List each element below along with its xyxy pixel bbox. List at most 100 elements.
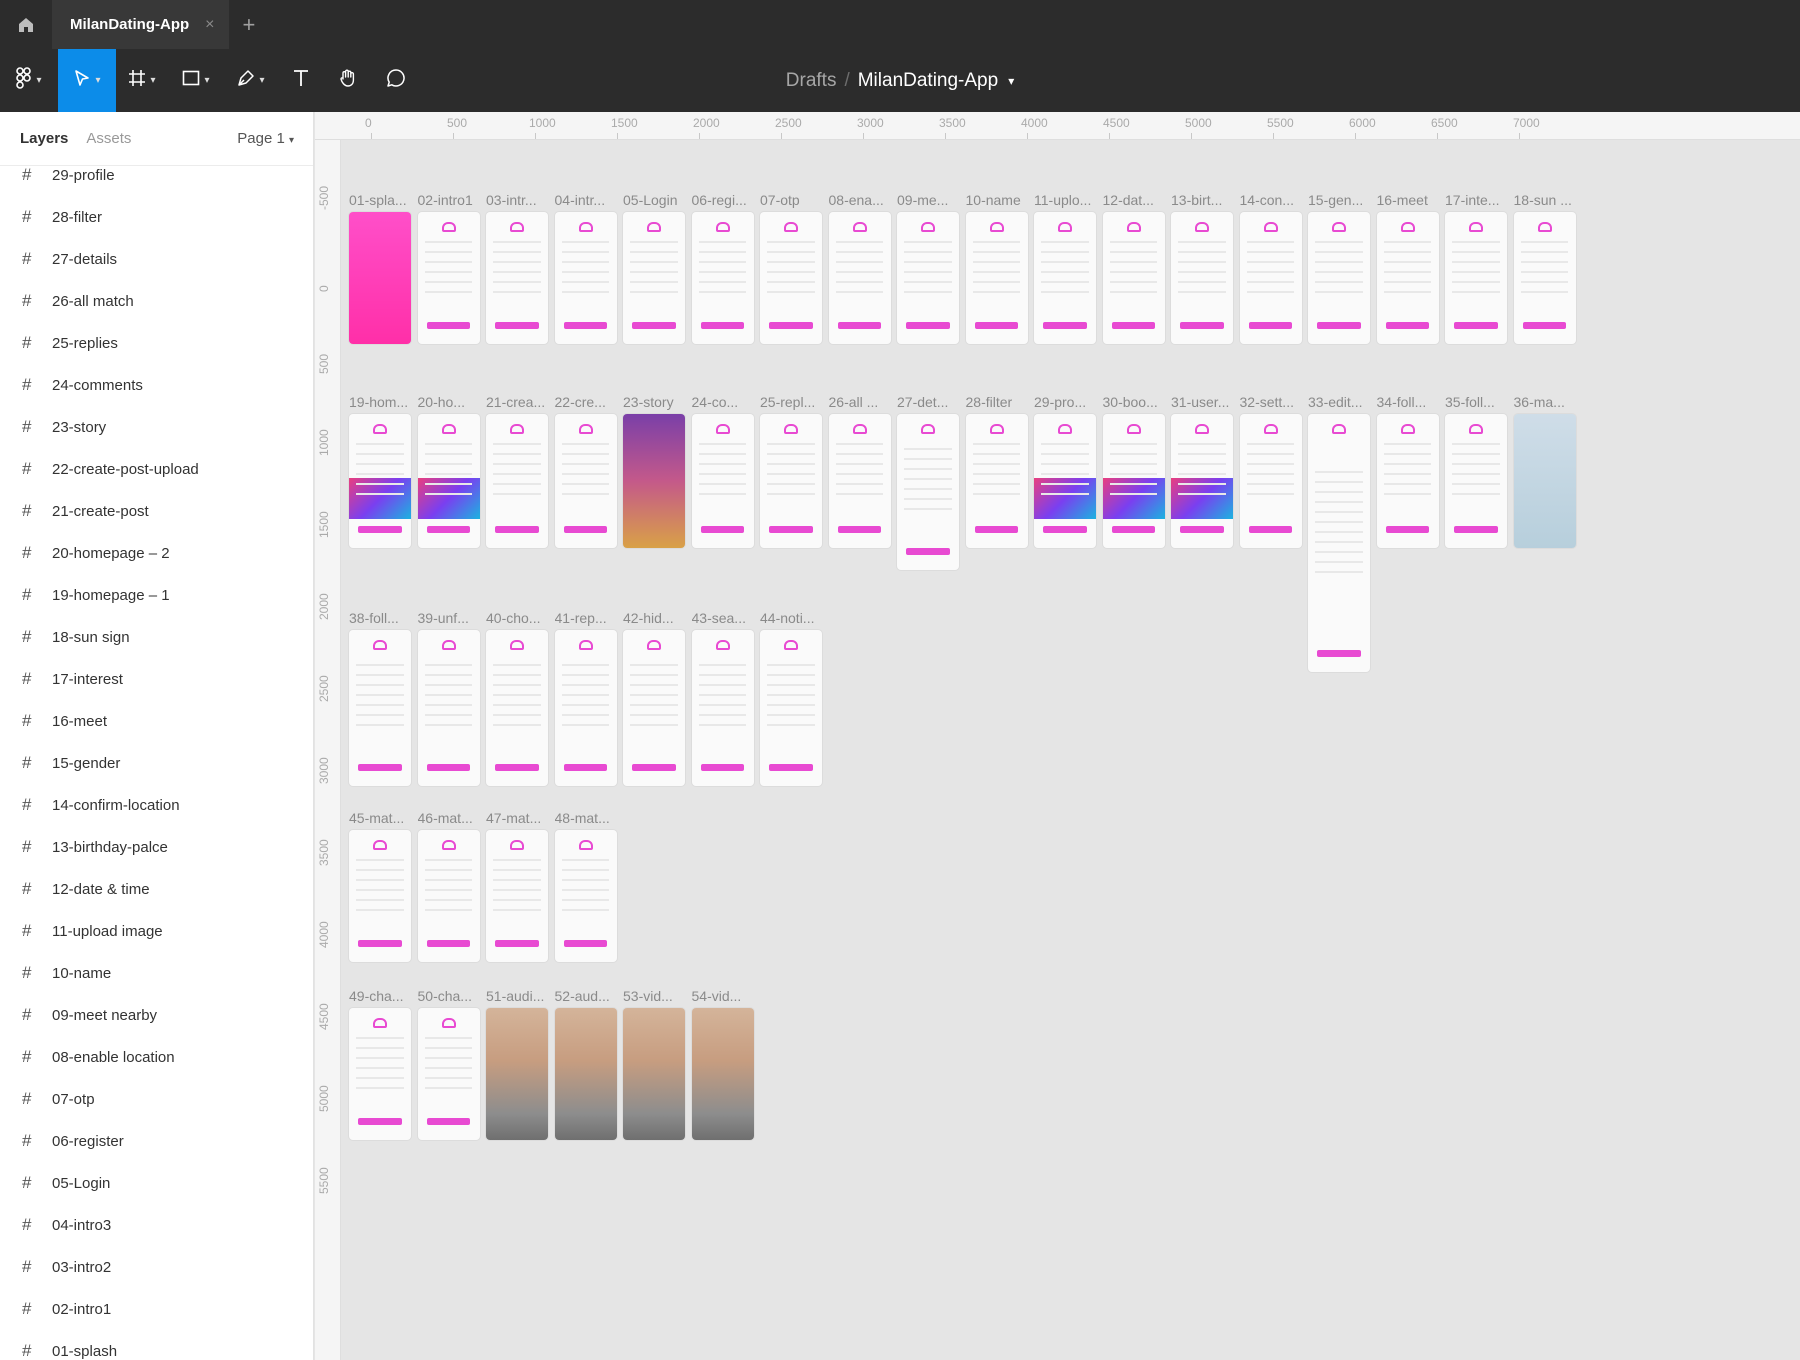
layer-item[interactable]: #28-filter	[0, 196, 313, 238]
layer-item[interactable]: #24-comments	[0, 364, 313, 406]
comment-tool[interactable]	[372, 49, 420, 112]
frame-label[interactable]: 35-foll...	[1445, 394, 1519, 410]
layer-item[interactable]: #02-intro1	[0, 1288, 313, 1330]
frame-label[interactable]: 34-foll...	[1377, 394, 1451, 410]
frame-label[interactable]: 52-aud...	[555, 988, 629, 1004]
frame-label[interactable]: 40-cho...	[486, 610, 560, 626]
frame-label[interactable]: 30-boo...	[1103, 394, 1177, 410]
frame-label[interactable]: 31-user...	[1171, 394, 1245, 410]
file-tab[interactable]: MilanDating-App ×	[52, 0, 229, 49]
frame-label[interactable]: 50-cha...	[418, 988, 492, 1004]
layer-item[interactable]: #10-name	[0, 952, 313, 994]
breadcrumb-drafts[interactable]: Drafts	[786, 70, 837, 92]
frame-label[interactable]: 01-spla...	[349, 192, 423, 208]
layer-item[interactable]: #09-meet nearby	[0, 994, 313, 1036]
frame-label[interactable]: 38-foll...	[349, 610, 423, 626]
frame-label[interactable]: 23-story	[623, 394, 697, 410]
layer-item[interactable]: #05-Login	[0, 1162, 313, 1204]
layer-item[interactable]: #22-create-post-upload	[0, 448, 313, 490]
layer-item[interactable]: #17-interest	[0, 658, 313, 700]
layer-item[interactable]: #12-date & time	[0, 868, 313, 910]
frame-label[interactable]: 42-hid...	[623, 610, 697, 626]
layer-item[interactable]: #16-meet	[0, 700, 313, 742]
hand-tool[interactable]	[324, 49, 372, 112]
frame-label[interactable]: 41-rep...	[555, 610, 629, 626]
layer-item[interactable]: #27-details	[0, 238, 313, 280]
frame-label[interactable]: 11-uplo...	[1034, 192, 1108, 208]
text-tool[interactable]	[278, 49, 324, 112]
frame-label[interactable]: 18-sun ...	[1514, 192, 1588, 208]
layer-item[interactable]: #26-all match	[0, 280, 313, 322]
frame-label[interactable]: 33-edit...	[1308, 394, 1382, 410]
frame-label[interactable]: 24-co...	[692, 394, 766, 410]
layer-item[interactable]: #25-replies	[0, 322, 313, 364]
tab-assets[interactable]: Assets	[86, 130, 131, 147]
chevron-down-icon[interactable]: ▾	[1008, 74, 1014, 88]
frame-label[interactable]: 14-con...	[1240, 192, 1314, 208]
layer-item[interactable]: #18-sun sign	[0, 616, 313, 658]
frame-label[interactable]: 36-ma...	[1514, 394, 1588, 410]
frame-label[interactable]: 25-repl...	[760, 394, 834, 410]
frame-label[interactable]: 02-intro1	[418, 192, 492, 208]
frame-label[interactable]: 45-mat...	[349, 810, 423, 826]
move-tool[interactable]: ▾	[58, 49, 116, 112]
frame-label[interactable]: 16-meet	[1377, 192, 1451, 208]
layer-item[interactable]: #19-homepage – 1	[0, 574, 313, 616]
frame-label[interactable]: 47-mat...	[486, 810, 560, 826]
layer-item[interactable]: #04-intro3	[0, 1204, 313, 1246]
frame-label[interactable]: 22-cre...	[555, 394, 629, 410]
breadcrumb-file-name[interactable]: MilanDating-App	[858, 70, 998, 92]
page-selector[interactable]: Page 1 ▾	[237, 130, 294, 147]
frame-label[interactable]: 21-crea...	[486, 394, 560, 410]
layer-item[interactable]: #01-splash	[0, 1330, 313, 1360]
layer-item[interactable]: #15-gender	[0, 742, 313, 784]
frame-label[interactable]: 05-Login	[623, 192, 697, 208]
layer-item[interactable]: #13-birthday-palce	[0, 826, 313, 868]
layer-item[interactable]: #21-create-post	[0, 490, 313, 532]
home-icon[interactable]	[0, 0, 52, 49]
design-canvas[interactable]: 01-spla... 02-intro1 03-intr... 04-intr... 0…	[341, 140, 1800, 1360]
frame-label[interactable]: 12-dat...	[1103, 192, 1177, 208]
frame-label[interactable]: 10-name	[966, 192, 1040, 208]
layer-item[interactable]: #08-enable location	[0, 1036, 313, 1078]
pen-tool[interactable]: ▾	[224, 49, 278, 112]
frame-label[interactable]: 54-vid...	[692, 988, 766, 1004]
layer-item[interactable]: #06-register	[0, 1120, 313, 1162]
frame-tool[interactable]: ▾	[116, 49, 168, 112]
shape-tool[interactable]: ▾	[168, 49, 224, 112]
close-tab-icon[interactable]: ×	[205, 16, 214, 34]
frame-label[interactable]: 53-vid...	[623, 988, 697, 1004]
layer-item[interactable]: #11-upload image	[0, 910, 313, 952]
new-tab-button[interactable]: +	[243, 12, 256, 38]
frame-label[interactable]: 06-regi...	[692, 192, 766, 208]
frame-label[interactable]: 08-ena...	[829, 192, 903, 208]
frame-label[interactable]: 44-noti...	[760, 610, 834, 626]
frame-label[interactable]: 28-filter	[966, 394, 1040, 410]
frame-label[interactable]: 39-unf...	[418, 610, 492, 626]
frame-label[interactable]: 20-ho...	[418, 394, 492, 410]
layer-item[interactable]: #14-confirm-location	[0, 784, 313, 826]
frame-label[interactable]: 48-mat...	[555, 810, 629, 826]
layer-item[interactable]: #20-homepage – 2	[0, 532, 313, 574]
frame-label[interactable]: 04-intr...	[555, 192, 629, 208]
layer-item[interactable]: #07-otp	[0, 1078, 313, 1120]
frame-label[interactable]: 51-audi...	[486, 988, 560, 1004]
frame-label[interactable]: 26-all ...	[829, 394, 903, 410]
frame-label[interactable]: 29-pro...	[1034, 394, 1108, 410]
main-menu-button[interactable]: ▾	[0, 49, 58, 112]
frame-label[interactable]: 15-gen...	[1308, 192, 1382, 208]
layer-item[interactable]: #03-intro2	[0, 1246, 313, 1288]
tab-layers[interactable]: Layers	[20, 130, 68, 147]
frame-label[interactable]: 32-sett...	[1240, 394, 1314, 410]
frame-label[interactable]: 07-otp	[760, 192, 834, 208]
frame-label[interactable]: 13-birt...	[1171, 192, 1245, 208]
layer-item[interactable]: #23-story	[0, 406, 313, 448]
frame-label[interactable]: 09-me...	[897, 192, 971, 208]
frame-label[interactable]: 17-inte...	[1445, 192, 1519, 208]
frame-label[interactable]: 49-cha...	[349, 988, 423, 1004]
frame-label[interactable]: 03-intr...	[486, 192, 560, 208]
frame-label[interactable]: 46-mat...	[418, 810, 492, 826]
frame-label[interactable]: 19-hom...	[349, 394, 423, 410]
frame-label[interactable]: 27-det...	[897, 394, 971, 410]
frame-label[interactable]: 43-sea...	[692, 610, 766, 626]
